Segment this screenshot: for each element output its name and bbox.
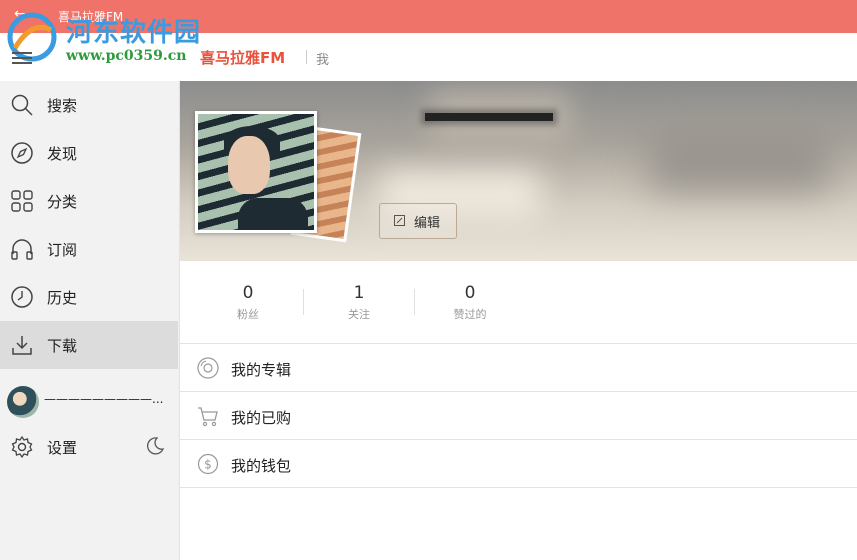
- edit-label: 编辑: [414, 216, 441, 231]
- stat-fans[interactable]: 0 粉丝: [198, 283, 298, 322]
- stat-following[interactable]: 1 关注: [309, 283, 409, 322]
- sidebar-item-downloads[interactable]: 下载: [0, 321, 178, 369]
- sidebar-item-label: 搜索: [47, 97, 78, 115]
- stat-label: 赞过的: [453, 308, 487, 321]
- menu-item-my-albums[interactable]: 我的专辑: [180, 344, 857, 392]
- sidebar-item-subscriptions[interactable]: 订阅: [0, 225, 178, 273]
- cart-icon: [198, 407, 218, 427]
- gear-icon: [11, 435, 33, 459]
- stat-liked[interactable]: 0 赞过的: [420, 283, 520, 322]
- sidebar-item-discover[interactable]: 发现: [0, 129, 178, 177]
- watermark-url: www.pc0359.cn: [66, 48, 187, 64]
- stat-value: 1: [353, 283, 365, 303]
- moon-icon[interactable]: [146, 437, 164, 455]
- stat-label: 关注: [348, 308, 370, 321]
- stat-value: 0: [242, 283, 254, 303]
- clock-icon: [11, 286, 33, 308]
- edit-icon: [394, 215, 405, 226]
- menu-item-label: 我的专辑: [231, 361, 292, 379]
- wallet-icon: $: [197, 453, 219, 475]
- stat-label: 粉丝: [237, 308, 259, 321]
- header-divider: [306, 50, 307, 64]
- menu-item-label: 我的钱包: [231, 457, 292, 475]
- sidebar-item-label: 下载: [47, 337, 78, 355]
- stat-divider: [303, 289, 304, 315]
- profile-stats: 0 粉丝 1 关注 0 赞过的: [180, 261, 857, 344]
- banner-blur: [430, 91, 570, 151]
- svg-text:$: $: [204, 458, 212, 472]
- sidebar-item-history[interactable]: 历史: [0, 273, 178, 321]
- sidebar-item-label: 设置: [47, 439, 78, 457]
- headphones-icon: [11, 239, 33, 260]
- menu-item-label: 我的已购: [231, 409, 292, 427]
- album-icon: [197, 357, 219, 379]
- sidebar-item-label: 发现: [47, 145, 78, 163]
- sidebar-item-label: 订阅: [47, 241, 78, 259]
- download-icon: [12, 336, 32, 355]
- search-icon: [11, 94, 33, 116]
- profile-avatar[interactable]: [195, 111, 317, 233]
- grid-icon: [11, 190, 33, 212]
- sidebar-item-search[interactable]: 搜索: [0, 81, 178, 129]
- brand-logo[interactable]: 喜马拉雅FM: [200, 47, 285, 68]
- breadcrumb: 我: [316, 53, 330, 68]
- sidebar-item-categories[interactable]: 分类: [0, 177, 178, 225]
- menu-icon[interactable]: [12, 52, 32, 64]
- profile-banner: 编辑: [180, 81, 857, 261]
- compass-icon: [11, 142, 33, 164]
- username: —————————...: [44, 392, 164, 406]
- menu-item-wallet[interactable]: $ 我的钱包: [180, 440, 857, 488]
- edit-profile-button[interactable]: 编辑: [379, 203, 457, 239]
- sidebar: 搜索 发现 分类 订阅 历史 下载 —————————... 设置: [0, 81, 180, 560]
- banner-blur: [650, 121, 830, 191]
- sidebar-user[interactable]: —————————...: [0, 383, 178, 423]
- avatar[interactable]: [7, 386, 39, 418]
- sidebar-item-label: 分类: [47, 193, 78, 211]
- sidebar-item-label: 历史: [47, 289, 78, 307]
- stat-divider: [414, 289, 415, 315]
- avatar-body: [238, 198, 308, 230]
- menu-item-purchased[interactable]: 我的已购: [180, 392, 857, 440]
- page-header: 喜马拉雅FM 我: [180, 33, 857, 81]
- nickname-redacted: [425, 113, 553, 121]
- avatar-face: [228, 136, 270, 194]
- stat-value: 0: [464, 283, 476, 303]
